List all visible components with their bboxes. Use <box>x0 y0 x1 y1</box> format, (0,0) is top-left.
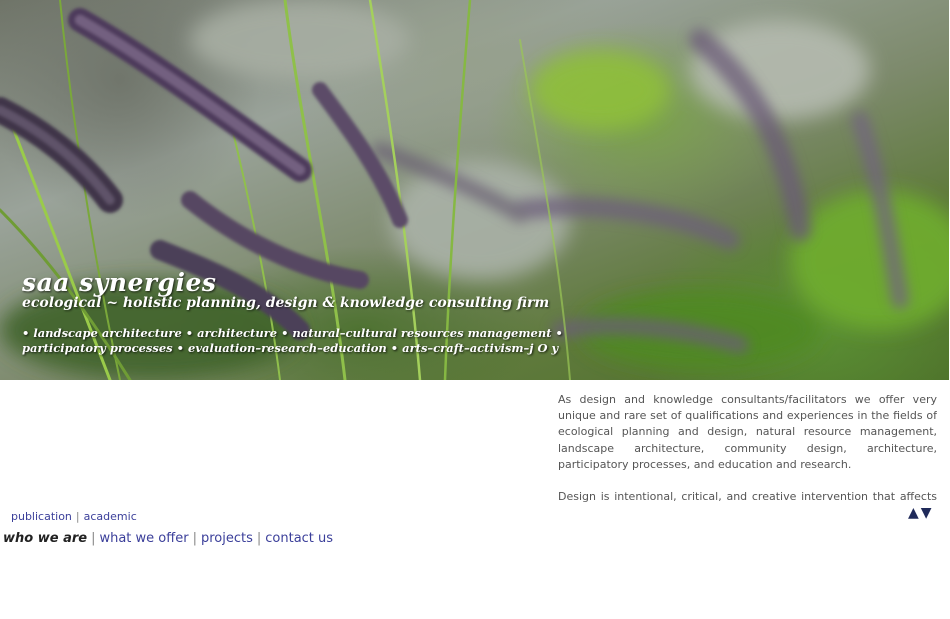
separator: | <box>91 531 96 546</box>
site-brand: saa synergies <box>22 268 217 297</box>
hero-banner: saa synergies ecological ~ holistic plan… <box>0 0 949 380</box>
secondary-nav: publication | academic <box>11 510 137 523</box>
scroll-up-icon[interactable]: ▲ <box>908 505 921 521</box>
services-line-2: participatory processes • evaluation–res… <box>22 341 559 355</box>
nav-who-we-are[interactable]: who we are <box>3 531 87 546</box>
intro-paragraph-1: As design and knowledge consultants/faci… <box>558 393 937 471</box>
grass-image <box>0 0 949 380</box>
separator: | <box>256 531 262 546</box>
publication-link[interactable]: publication <box>11 510 72 523</box>
nav-projects[interactable]: projects <box>201 531 253 546</box>
services-list: • landscape architecture • architecture … <box>22 326 563 356</box>
nav-contact-us[interactable]: contact us <box>265 531 333 546</box>
nav-what-we-offer[interactable]: what we offer <box>99 531 188 546</box>
intro-paragraph-2: Design is intentional, critical, and cre… <box>558 490 937 504</box>
separator: | <box>75 510 80 523</box>
scroll-controls: ▲▼ <box>908 505 934 521</box>
main-nav: who we are | what we offer | projects | contac… <box>3 531 333 546</box>
intro-text: As design and knowledge consultants/faci… <box>558 392 937 504</box>
academic-link[interactable]: academic <box>84 510 137 523</box>
services-line-1: • landscape architecture • architecture … <box>22 326 563 340</box>
site-tagline: ecological ~ holistic planning, design &… <box>22 295 550 311</box>
separator: | <box>192 531 197 546</box>
scroll-down-icon[interactable]: ▼ <box>921 505 934 521</box>
